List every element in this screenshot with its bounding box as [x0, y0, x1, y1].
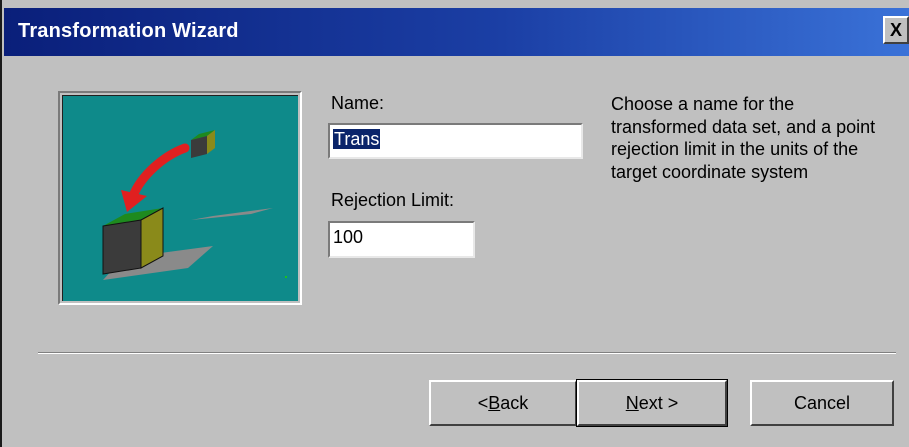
- back-button-rest: ack: [500, 392, 529, 413]
- marker-dot: [285, 276, 287, 278]
- name-input[interactable]: Trans: [328, 123, 583, 159]
- back-button-accel: B: [488, 392, 501, 413]
- large-cube-front: [103, 220, 141, 274]
- cancel-button[interactable]: Cancel: [750, 380, 894, 426]
- wizard-illustration: [58, 91, 302, 305]
- transform-arrow: [128, 143, 190, 201]
- next-button-accel: N: [625, 392, 639, 413]
- help-description: Choose a name for the transformed data s…: [611, 94, 876, 182]
- small-shadow: [191, 208, 273, 220]
- cube-transform-graphic: [102, 130, 287, 280]
- transformation-wizard-dialog: Transformation Wizard X Name: Trans Reje…: [0, 0, 909, 447]
- rejection-limit-label: Rejection Limit:: [331, 190, 455, 210]
- name-input-value: Trans: [333, 129, 381, 149]
- close-button[interactable]: X: [883, 16, 909, 44]
- transform-cube-illustration-icon: [62, 95, 298, 301]
- name-label: Name:: [331, 93, 385, 113]
- rejection-limit-value: 100: [333, 227, 364, 247]
- next-button-rest: ext >: [638, 392, 679, 413]
- back-button[interactable]: < Back: [429, 380, 577, 426]
- window-title: Transformation Wizard: [18, 20, 239, 42]
- separator-line: [38, 352, 896, 354]
- close-icon: X: [889, 19, 902, 40]
- next-button[interactable]: Next >: [576, 379, 728, 427]
- arrow-head: [121, 190, 147, 212]
- rejection-limit-input[interactable]: 100: [328, 221, 475, 258]
- cancel-button-label: Cancel: [793, 392, 851, 413]
- back-button-prefix: <: [477, 392, 489, 413]
- title-bar[interactable]: Transformation Wizard X: [4, 8, 909, 56]
